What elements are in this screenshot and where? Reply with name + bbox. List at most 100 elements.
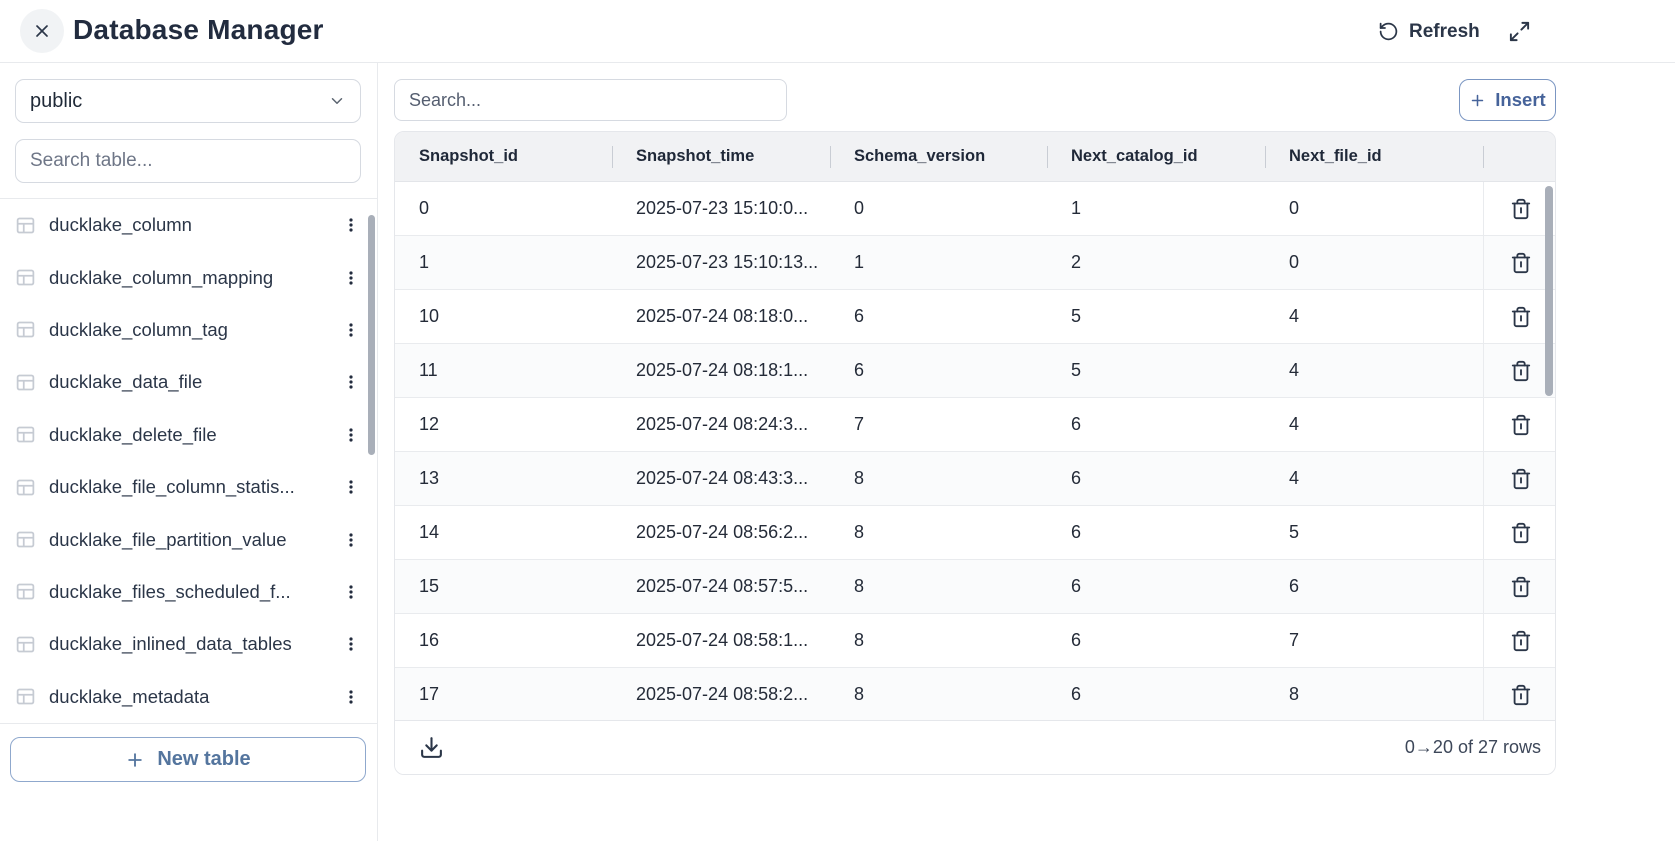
table-row: 15 2025-07-24 08:57:5... 8 6 6 xyxy=(395,560,1556,614)
trash-icon xyxy=(1510,684,1532,706)
delete-row-button[interactable] xyxy=(1506,302,1536,332)
sidebar-divider xyxy=(0,723,378,724)
insert-button[interactable]: Insert xyxy=(1459,79,1556,121)
cell-next-file-id: 4 xyxy=(1265,290,1483,343)
sidebar-table-item[interactable]: ducklake_files_scheduled_f... xyxy=(0,566,378,618)
kebab-menu-icon[interactable] xyxy=(341,213,361,237)
table-scrollbar[interactable] xyxy=(1545,186,1553,396)
sidebar-scrollbar[interactable] xyxy=(368,215,375,455)
trash-icon xyxy=(1510,360,1532,382)
cell-snapshot-time: 2025-07-24 08:43:3... xyxy=(612,452,830,505)
column-header[interactable]: Snapshot_id xyxy=(395,132,612,181)
table-icon xyxy=(15,319,36,340)
search-input[interactable] xyxy=(394,79,787,121)
cell-next-file-id: 8 xyxy=(1265,668,1483,721)
sidebar-table-item[interactable]: ducklake_data_file xyxy=(0,356,378,408)
cell-snapshot-time: 2025-07-24 08:24:3... xyxy=(612,398,830,451)
delete-row-button[interactable] xyxy=(1506,626,1536,656)
table-icon xyxy=(15,581,36,602)
cell-snapshot-id: 13 xyxy=(395,452,612,505)
delete-row-button[interactable] xyxy=(1506,572,1536,602)
trash-icon xyxy=(1510,252,1532,274)
sidebar-table-item[interactable]: ducklake_file_column_statis... xyxy=(0,461,378,513)
kebab-menu-icon[interactable] xyxy=(341,318,361,342)
row-actions xyxy=(1483,398,1556,451)
sidebar-table-item[interactable]: ducklake_file_partition_value xyxy=(0,513,378,565)
download-button[interactable] xyxy=(417,733,446,762)
cell-next-catalog-id: 6 xyxy=(1047,398,1265,451)
refresh-label: Refresh xyxy=(1409,21,1480,43)
table-row: 16 2025-07-24 08:58:1... 8 6 7 xyxy=(395,614,1556,668)
column-header[interactable]: Snapshot_time xyxy=(612,132,830,181)
delete-row-button[interactable] xyxy=(1506,680,1536,710)
cell-next-catalog-id: 6 xyxy=(1047,452,1265,505)
kebab-menu-icon[interactable] xyxy=(341,632,361,656)
table-name: ducklake_files_scheduled_f... xyxy=(49,581,341,603)
kebab-menu-icon[interactable] xyxy=(341,685,361,709)
cell-next-file-id: 5 xyxy=(1265,506,1483,559)
sidebar-table-item[interactable]: ducklake_inlined_data_tables xyxy=(0,618,378,670)
column-header[interactable]: Schema_version xyxy=(830,132,1047,181)
new-table-button[interactable]: New table xyxy=(10,737,366,782)
table-icon xyxy=(15,372,36,393)
table-row: 1 2025-07-23 15:10:13... 1 2 0 xyxy=(395,236,1556,290)
cell-next-file-id: 6 xyxy=(1265,560,1483,613)
cell-schema-version: 8 xyxy=(830,614,1047,667)
cell-next-catalog-id: 6 xyxy=(1047,506,1265,559)
table-row: 12 2025-07-24 08:24:3... 7 6 4 xyxy=(395,398,1556,452)
cell-snapshot-id: 12 xyxy=(395,398,612,451)
kebab-menu-icon[interactable] xyxy=(341,266,361,290)
table-row: 14 2025-07-24 08:56:2... 8 6 5 xyxy=(395,506,1556,560)
delete-row-button[interactable] xyxy=(1506,410,1536,440)
column-header[interactable]: Next_catalog_id xyxy=(1047,132,1265,181)
table-name: ducklake_file_column_statis... xyxy=(49,476,341,498)
kebab-menu-icon[interactable] xyxy=(341,370,361,394)
data-table-card: Snapshot_idSnapshot_timeSchema_versionNe… xyxy=(394,131,1556,775)
close-button[interactable] xyxy=(20,9,64,53)
sidebar-table-item[interactable]: ducklake_column xyxy=(0,199,378,251)
table-icon xyxy=(15,477,36,498)
schema-select[interactable]: public xyxy=(15,79,361,123)
table-name: ducklake_column_mapping xyxy=(49,267,341,289)
close-icon xyxy=(32,21,52,41)
top-bar: Database Manager Refresh xyxy=(0,0,1675,63)
table-icon xyxy=(15,634,36,655)
table-icon xyxy=(15,686,36,707)
table-search-input[interactable] xyxy=(15,139,361,183)
cell-schema-version: 8 xyxy=(830,506,1047,559)
cell-snapshot-time: 2025-07-23 15:10:13... xyxy=(612,236,830,289)
cell-snapshot-time: 2025-07-24 08:56:2... xyxy=(612,506,830,559)
kebab-menu-icon[interactable] xyxy=(341,423,361,447)
row-actions xyxy=(1483,560,1556,613)
page-title: Database Manager xyxy=(73,0,324,63)
delete-row-button[interactable] xyxy=(1506,464,1536,494)
cell-next-catalog-id: 1 xyxy=(1047,182,1265,235)
refresh-button[interactable]: Refresh xyxy=(1378,0,1480,63)
delete-row-button[interactable] xyxy=(1506,518,1536,548)
delete-row-button[interactable] xyxy=(1506,194,1536,224)
delete-row-button[interactable] xyxy=(1506,356,1536,386)
sidebar-table-item[interactable]: ducklake_column_mapping xyxy=(0,251,378,303)
table-name: ducklake_column_tag xyxy=(49,319,341,341)
kebab-menu-icon[interactable] xyxy=(341,475,361,499)
column-header[interactable]: Next_file_id xyxy=(1265,132,1483,181)
kebab-menu-icon[interactable] xyxy=(341,580,361,604)
delete-row-button[interactable] xyxy=(1506,248,1536,278)
chevron-down-icon xyxy=(328,92,346,110)
sidebar-table-item[interactable]: ducklake_metadata xyxy=(0,671,378,723)
cell-schema-version: 8 xyxy=(830,560,1047,613)
sidebar-table-item[interactable]: ducklake_delete_file xyxy=(0,409,378,461)
fullscreen-button[interactable] xyxy=(1503,15,1535,47)
sidebar-table-item[interactable]: ducklake_column_tag xyxy=(0,304,378,356)
table-row: 11 2025-07-24 08:18:1... 6 5 4 xyxy=(395,344,1556,398)
table-name: ducklake_data_file xyxy=(49,371,341,393)
kebab-menu-icon[interactable] xyxy=(341,528,361,552)
table-icon xyxy=(15,267,36,288)
cell-next-catalog-id: 5 xyxy=(1047,290,1265,343)
cell-snapshot-time: 2025-07-24 08:18:1... xyxy=(612,344,830,397)
cell-next-file-id: 7 xyxy=(1265,614,1483,667)
cell-schema-version: 0 xyxy=(830,182,1047,235)
cell-snapshot-time: 2025-07-23 15:10:0... xyxy=(612,182,830,235)
cell-schema-version: 8 xyxy=(830,452,1047,505)
cell-next-catalog-id: 6 xyxy=(1047,668,1265,721)
